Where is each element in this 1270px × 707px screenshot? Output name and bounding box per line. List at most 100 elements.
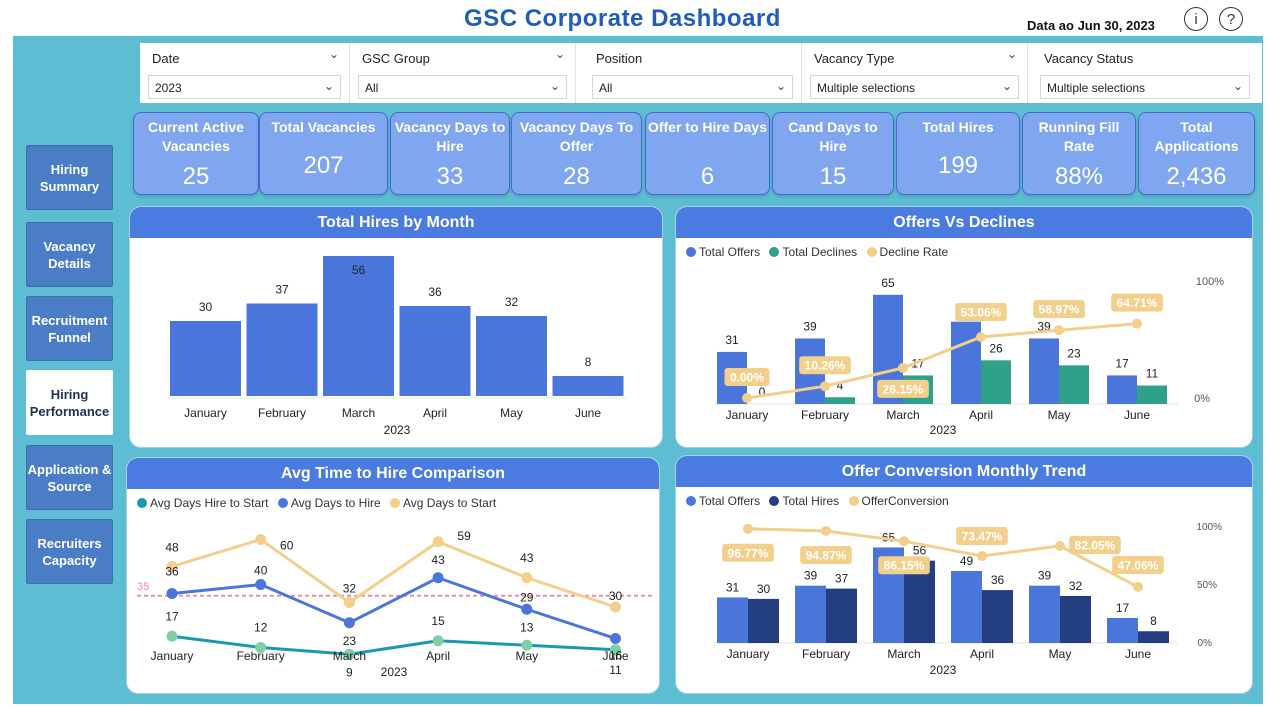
offer-conversion-point [977, 551, 987, 562]
axis-group-label: 2023 [930, 663, 957, 677]
bar-total-hires [748, 598, 779, 643]
bar-total-declines [981, 360, 1011, 404]
bar [246, 303, 318, 396]
decline-rate-point [898, 362, 908, 373]
chart-title: Offer Conversion Monthly Trend [676, 456, 1252, 487]
y2-tick-label: 100% [1196, 522, 1222, 533]
bar-total-declines [825, 397, 855, 404]
slicer-value: Multiple selections [1047, 81, 1146, 95]
bar-total-offers [717, 597, 748, 643]
chevron-down-icon[interactable]: ⌄ [1007, 47, 1017, 61]
kpi-card: Current Active Vacancies 25 [133, 112, 259, 195]
data-label: 31 [725, 333, 739, 347]
decline-rate-label: 0.00% [730, 371, 764, 385]
data-label: 30 [757, 582, 771, 596]
kpi-value: 28 [563, 163, 590, 190]
position-slicer[interactable]: Position All ⌄ [584, 43, 802, 103]
chevron-down-icon: ⌄ [549, 79, 560, 93]
tick-label: March [342, 406, 375, 420]
y2-tick-label: 0% [1198, 638, 1213, 649]
nav-recruitment-funnel[interactable]: Recruitment Funnel [26, 296, 113, 361]
data-label: 43 [520, 551, 534, 565]
help-icon[interactable]: ? [1219, 7, 1243, 31]
vacancy-type-slicer[interactable]: Vacancy Type ⌄ Multiple selections ⌄ [802, 43, 1028, 103]
vacancy-status-dropdown[interactable]: Multiple selections ⌄ [1040, 75, 1250, 99]
bar [476, 316, 547, 396]
data-label: 48 [165, 541, 179, 555]
tick-label: June [1124, 408, 1150, 422]
kpi-card: Vacancy Days To Offer 28 [511, 112, 642, 195]
avg-days-to-start-line [171, 537, 616, 609]
bar-total-offers [951, 321, 981, 404]
tick-label: May [1048, 408, 1071, 422]
tick-label: May [515, 649, 538, 663]
hires-by-month-card: Total Hires by Month 30 January 37 February… [129, 206, 663, 448]
chevron-down-icon: ⌄ [323, 79, 334, 93]
axis-group-label: 2023 [384, 423, 411, 437]
data-label: 8 [1150, 614, 1157, 628]
nav-recruiters-capacity[interactable]: Recruiters Capacity [26, 519, 113, 584]
date-slicer[interactable]: Date ⌄ 2023 ⌄ [140, 43, 350, 103]
chevron-down-icon[interactable]: ⌄ [555, 47, 565, 61]
data-label: 13 [520, 620, 534, 634]
gsc-group-dropdown[interactable]: All ⌄ [358, 75, 567, 99]
data-label: 15 [431, 614, 445, 628]
bar-total-offers [1029, 338, 1059, 404]
avg-time-to-hire-chart: 351712915 131136 402343291648 6032594330Jan… [137, 529, 652, 679]
kpi-label: Running Fill Rate [1038, 119, 1120, 154]
vacancy-status-slicer[interactable]: Vacancy Status Multiple selections ⌄ [1032, 43, 1258, 103]
tick-label: January [184, 406, 227, 420]
tick-label: April [423, 406, 447, 420]
slicer-value: Multiple selections [817, 81, 916, 95]
avg-days-to-start-point [432, 536, 444, 548]
avg-days-to-hire-point [166, 588, 178, 599]
data-label: 37 [835, 572, 849, 586]
decline-rate-point [820, 381, 830, 392]
tick-label: January [726, 408, 769, 422]
bar [399, 306, 471, 396]
y2-tick-label: 50% [1197, 580, 1217, 591]
tick-label: June [602, 649, 628, 663]
tick-label: February [801, 408, 849, 422]
tick-label: April [969, 408, 993, 422]
bar-total-hires [1060, 595, 1091, 643]
data-label: 56 [352, 263, 366, 277]
info-icon[interactable]: i [1184, 7, 1208, 31]
offer-conversion-card: Offer Conversion Monthly Trend Total Off… [675, 455, 1253, 694]
date-dropdown[interactable]: 2023 ⌄ [148, 75, 341, 99]
nav-application-source[interactable]: Application & Source [26, 445, 113, 510]
data-label: 17 [1116, 601, 1130, 615]
y2-tick-label: 0% [1194, 393, 1210, 405]
data-label: 30 [609, 589, 623, 603]
decline-rate-label: 10.26% [805, 359, 846, 373]
avg-days-to-start-point [255, 534, 267, 545]
tick-label: March [886, 408, 919, 422]
data-label: 11 [1146, 367, 1159, 381]
offer-conversion-point [743, 523, 753, 534]
tick-label: March [333, 649, 366, 663]
slicer-value: All [599, 81, 613, 95]
decline-rate-label: 64.71% [1117, 296, 1158, 310]
kpi-value: 199 [937, 152, 979, 179]
kpi-value: 25 [182, 163, 210, 190]
nav-hiring-performance[interactable]: Hiring Performance [26, 370, 113, 435]
avg-days-to-hire-line [171, 576, 616, 640]
data-label: 39 [803, 319, 817, 333]
slicer-label: Date [152, 51, 180, 66]
position-dropdown[interactable]: All ⌄ [592, 75, 793, 99]
kpi-label: Total Vacancies [271, 119, 376, 135]
avg-days-to-hire-point [255, 579, 267, 590]
data-label: 36 [991, 573, 1005, 587]
avg-time-to-hire-card: Avg Time to Hire Comparison Avg Days Hir… [126, 457, 660, 694]
gsc-group-slicer[interactable]: GSC Group ⌄ All ⌄ [350, 43, 576, 103]
chevron-down-icon[interactable]: ⌄ [329, 47, 339, 61]
data-label: 17 [165, 609, 179, 623]
offer-conversion-chart: 100%50%0%31 30January39 37February6556Marc… [714, 522, 1222, 677]
offer-conversion-point [821, 526, 831, 537]
nav-vacancy-details[interactable]: Vacancy Details [26, 222, 113, 287]
nav-hiring-summary[interactable]: Hiring Summary [26, 145, 113, 210]
chevron-down-icon: ⌄ [775, 79, 786, 93]
axis-group-label: 2023 [381, 665, 408, 679]
vacancy-type-dropdown[interactable]: Multiple selections ⌄ [810, 75, 1019, 99]
slicer-label: Position [596, 51, 643, 66]
